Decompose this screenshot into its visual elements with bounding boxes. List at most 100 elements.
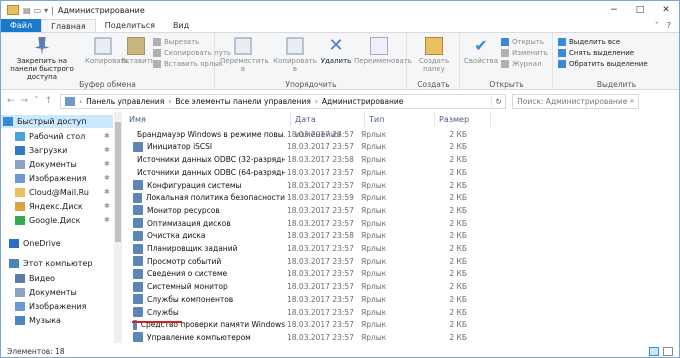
file-name: Конфигурация системы [147,180,242,190]
nav-item[interactable]: Музыка [1,314,113,327]
column-size[interactable]: Размер [435,112,491,127]
cut-button[interactable]: Вырезать [153,37,199,47]
file-row[interactable]: Брандмауэр Windows в режиме повы... 18.03… [125,128,665,141]
nav-item-label: Музыка [29,316,61,325]
file-row[interactable]: Конфигурация системы 18.03.2017 23:57 Ярлы… [125,179,665,192]
properties-icon[interactable]: ▤ [23,6,31,15]
properties-button[interactable]: ✔ Свойства [463,37,499,66]
file-size: 2 КБ [449,155,467,165]
copy-to-button[interactable]: Копировать в [272,37,318,73]
file-row[interactable]: Источники данных ODBC (32-разрядна... 18.… [125,153,665,166]
file-date: 18.03.2017 23:58 [287,155,354,165]
nav-item-label: Быстрый доступ [17,117,87,126]
file-row[interactable]: Системный монитор 18.03.2017 23:57 Ярлык 2 … [125,280,665,293]
history-button[interactable]: Журнал [501,59,541,69]
file-name-cell: Брандмауэр Windows в режиме повы... [125,129,285,139]
column-type[interactable]: Тип [365,112,435,127]
file-row[interactable]: Источники данных ODBC (64-разрядна... 18.… [125,166,665,179]
tab-file[interactable]: Файл [1,19,42,33]
invert-selection-button[interactable]: Обратить выделение [558,59,648,69]
chevron-right-icon[interactable]: › [168,97,171,106]
maximize-button[interactable]: □ [627,1,653,19]
nav-item[interactable]: Изображения ✱ [1,172,113,185]
new-folder-button[interactable]: Создать папку [412,37,456,73]
column-date[interactable]: Дата изменения [291,112,365,139]
tab-view[interactable]: Вид [164,19,198,33]
nav-item[interactable]: Рабочий стол ✱ [1,130,113,143]
minimize-button[interactable]: − [601,1,627,19]
back-arrow-icon[interactable]: ← [7,96,15,106]
open-button[interactable]: Открыть [501,37,544,47]
nav-item[interactable]: Изображения [1,300,113,313]
address-bar[interactable]: › Панель управления › Все элементы панел… [60,93,507,109]
nav-item[interactable]: Этот компьютер [1,257,113,270]
pin-quick-access-button[interactable]: Закрепить на панели быстрого доступа [7,37,77,81]
chevron-down-icon[interactable]: ˅ [34,96,39,106]
pin-icon: ✱ [104,160,110,168]
chevron-down-icon[interactable]: ˅ [655,19,659,33]
nav-item[interactable]: OneDrive [1,237,113,250]
nav-item[interactable]: Cloud@Mail.Ru ✱ [1,186,113,199]
scrollbar-thumb[interactable] [115,122,121,242]
breadcrumb-all-items[interactable]: Все элементы панели управления [175,97,311,106]
refresh-icon[interactable]: ↻ [491,96,505,106]
file-row[interactable]: Управление компьютером 18.03.2017 23:57 Яр… [125,331,665,344]
help-icon[interactable]: ? [667,19,671,33]
select-none-button[interactable]: Снять выделение [558,48,634,58]
file-row[interactable]: Сведения о системе 18.03.2017 23:57 Ярлык 2… [125,268,665,281]
file-row[interactable]: Просмотр событий 18.03.2017 23:57 Ярлык 2 К… [125,255,665,268]
file-row[interactable]: Оптимизация дисков 18.03.2017 23:57 Ярлык 2… [125,217,665,230]
details-view-icon[interactable] [649,346,659,356]
file-row[interactable]: Локальная политика безопасности 18.03.201… [125,192,665,205]
nav-item[interactable]: Google.Диск ✱ [1,214,113,227]
file-row[interactable]: Средство проверки памяти Windows 18.03.20… [125,319,665,332]
group-label-create: Создать [417,80,450,89]
file-row[interactable]: Очистка диска 18.03.2017 23:58 Ярлык 2 КБ [125,230,665,243]
large-icons-view-icon[interactable] [663,346,673,356]
breadcrumb-control-panel[interactable]: Панель управления [86,97,164,106]
file-type: Ярлык [361,256,387,266]
forward-arrow-icon[interactable]: → [21,96,29,106]
file-row[interactable]: Планировщик заданий 18.03.2017 23:57 Ярлык… [125,242,665,255]
copy-button[interactable]: Копировать [85,37,129,65]
tab-home[interactable]: Главная [41,19,96,33]
search-input[interactable]: Поиск: Администрирование ⌕ [512,93,640,109]
column-name[interactable]: Имя [125,112,291,127]
file-row[interactable]: Инициатор iSCSI 18.03.2017 23:57 Ярлык 2 КБ [125,141,665,154]
file-name: Локальная политика безопасности [145,193,285,203]
rename-button[interactable]: Переименовать [354,37,412,65]
nav-item[interactable]: Документы ✱ [1,158,113,171]
file-row[interactable]: Службы компонентов 18.03.2017 23:57 Ярлык 2… [125,293,665,306]
select-all-button[interactable]: Выделить все [558,37,620,47]
star-icon [3,117,13,126]
file-name: Источники данных ODBC (64-разрядна... [137,167,285,177]
column-header: Имя Дата изменения Тип Размер [125,112,677,139]
new-folder-icon[interactable]: ▭ [34,6,42,15]
file-row[interactable]: Монитор ресурсов 18.03.2017 23:57 Ярлык 2 К… [125,204,665,217]
shortcut-icon [133,294,143,305]
nav-item[interactable]: Документы [1,286,113,299]
file-name: Оптимизация дисков [147,218,231,228]
move-to-button[interactable]: Переместить в [220,37,269,73]
edit-button[interactable]: Изменить [501,48,548,58]
file-name: Источники данных ODBC (32-разрядна... [137,155,285,165]
nav-item[interactable]: Быстрый доступ [1,115,113,128]
close-button[interactable]: ✕ [653,1,679,19]
paste-button[interactable]: Вставить [121,37,155,65]
chevron-down-icon[interactable]: ▾ [44,6,48,15]
file-date: 18.03.2017 23:57 [287,205,354,215]
chevron-right-icon[interactable]: › [79,97,82,106]
up-arrow-icon[interactable]: ↑ [45,96,53,106]
nav-item[interactable]: Яндекс.Диск ✱ [1,200,113,213]
paste-shortcut-button[interactable]: Вставить ярлык [153,59,223,69]
shortcut-icon [133,141,143,152]
file-size: 2 КБ [449,244,467,254]
nav-item[interactable]: Загрузки ✱ [1,144,113,157]
tab-share[interactable]: Поделиться [96,19,164,33]
nav-scrollbar[interactable] [114,112,122,343]
nav-item[interactable]: Видео [1,272,113,285]
file-row[interactable]: Службы 18.03.2017 23:57 Ярлык 2 КБ [125,306,665,319]
delete-button[interactable]: ✕ Удалить [320,37,352,66]
chevron-right-icon[interactable]: › [315,97,318,106]
breadcrumb-administration[interactable]: Администрирование [322,97,404,106]
